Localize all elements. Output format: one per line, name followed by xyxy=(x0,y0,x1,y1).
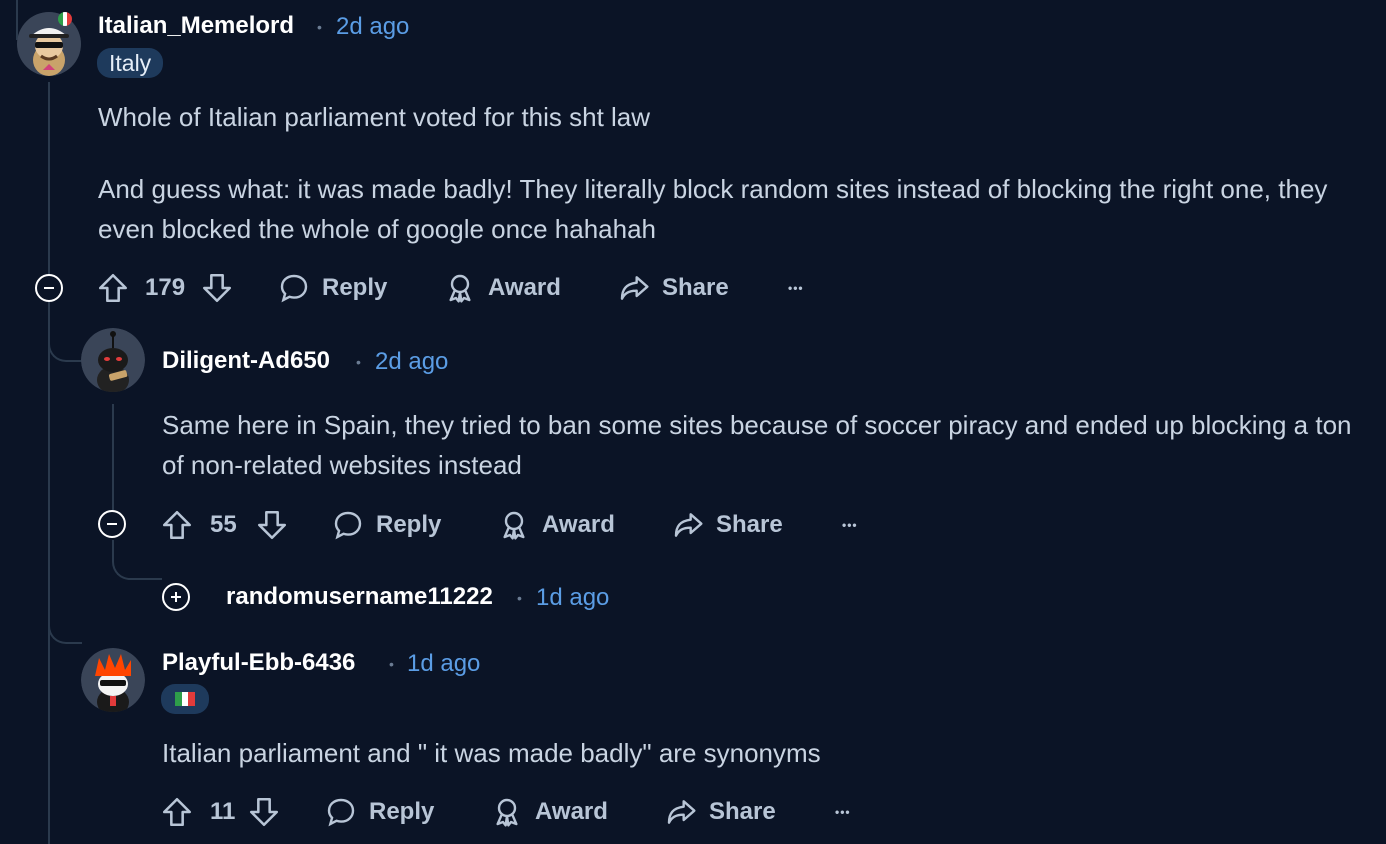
more-options-button[interactable]: ••• xyxy=(835,792,851,832)
award-icon xyxy=(449,274,471,303)
share-icon xyxy=(620,276,649,300)
comment-author[interactable]: Playful-Ebb-6436 xyxy=(162,649,355,677)
comment-time[interactable]: 1d ago xyxy=(536,584,609,612)
comment-body-paragraph: Same here in Spain, they tried to ban so… xyxy=(162,410,1352,480)
plus-icon xyxy=(171,592,181,602)
share-button[interactable]: Share xyxy=(672,505,783,545)
downvote-button[interactable] xyxy=(247,792,281,832)
minus-icon xyxy=(107,523,117,525)
speech-bubble-icon xyxy=(280,274,308,303)
share-label: Share xyxy=(662,274,729,301)
meta-separator: • xyxy=(517,590,522,606)
comment-actions: 55 Reply Award Share ••• xyxy=(160,505,920,545)
award-icon xyxy=(496,798,518,827)
award-label: Award xyxy=(535,798,608,825)
minus-icon xyxy=(44,287,54,289)
meta-separator: • xyxy=(389,656,394,672)
reply-label: Reply xyxy=(322,274,388,301)
avatar[interactable] xyxy=(81,328,145,392)
comment-time[interactable]: 2d ago xyxy=(375,348,448,376)
downvote-icon xyxy=(257,510,287,540)
vote-count: 11 xyxy=(210,798,236,825)
comment-time[interactable]: 2d ago xyxy=(336,13,409,41)
reply-label: Reply xyxy=(376,511,442,538)
avatar-image xyxy=(81,328,145,392)
meta-separator: • xyxy=(356,354,361,370)
upvote-button[interactable] xyxy=(160,505,194,545)
upvote-icon xyxy=(162,510,192,540)
reply-button[interactable]: Reply xyxy=(325,792,434,832)
more-options-button[interactable]: ••• xyxy=(788,268,804,308)
comment-author[interactable]: randomusername11222 xyxy=(226,583,493,611)
user-flair xyxy=(161,684,209,714)
speech-bubble-icon xyxy=(327,798,355,827)
share-icon xyxy=(674,513,703,537)
comment-author[interactable]: Diligent-Ad650 xyxy=(162,347,330,375)
comment-time[interactable]: 1d ago xyxy=(407,650,480,678)
avatar[interactable] xyxy=(81,648,145,712)
thread-curve-reply-2 xyxy=(48,600,82,644)
speech-bubble-icon xyxy=(334,511,362,540)
comment-body-paragraph: Whole of Italian parliament voted for th… xyxy=(98,102,651,132)
share-label: Share xyxy=(716,511,783,538)
share-button[interactable]: Share xyxy=(618,268,729,308)
share-label: Share xyxy=(709,798,776,825)
thread-curve-reply-1 xyxy=(48,318,82,362)
upvote-button[interactable] xyxy=(160,792,194,832)
expand-thread-button[interactable] xyxy=(162,583,190,611)
award-icon xyxy=(503,511,525,540)
share-button[interactable]: Share xyxy=(665,792,776,832)
italy-flag-icon xyxy=(58,12,72,26)
comment-body-paragraph: And guess what: it was made badly! They … xyxy=(98,174,1328,244)
award-label: Award xyxy=(542,511,615,538)
collapse-thread-button[interactable] xyxy=(98,510,126,538)
award-button[interactable]: Award xyxy=(491,792,608,832)
reply-label: Reply xyxy=(369,798,435,825)
award-button[interactable]: Award xyxy=(498,505,615,545)
thread-line-comment-2 xyxy=(112,404,114,512)
downvote-icon xyxy=(249,797,279,827)
award-button[interactable]: Award xyxy=(444,268,561,308)
thread-line-comment-1 xyxy=(48,82,50,844)
downvote-button[interactable] xyxy=(200,268,234,308)
more-options-button[interactable]: ••• xyxy=(842,505,858,545)
reply-button[interactable]: Reply xyxy=(278,268,387,308)
reply-button[interactable]: Reply xyxy=(332,505,441,545)
vote-count: 55 xyxy=(210,511,237,538)
downvote-button[interactable] xyxy=(255,505,289,545)
downvote-icon xyxy=(202,273,232,303)
italy-flag-icon xyxy=(175,692,195,706)
upvote-icon xyxy=(162,797,192,827)
share-icon xyxy=(667,800,696,824)
comment-actions: 11 Reply Award Share ••• xyxy=(160,792,920,832)
award-label: Award xyxy=(488,274,561,301)
vote-count: 179 xyxy=(145,274,186,301)
thread-curve-nested-reply xyxy=(112,540,162,580)
comment-author[interactable]: Italian_Memelord xyxy=(98,12,294,40)
avatar-image xyxy=(81,648,145,712)
comment-body-paragraph: Italian parliament and " it was made bad… xyxy=(162,738,821,768)
upvote-icon xyxy=(98,273,128,303)
user-flair: Italy xyxy=(97,48,164,78)
meta-separator: • xyxy=(317,19,322,35)
collapse-thread-button[interactable] xyxy=(35,274,63,302)
upvote-button[interactable] xyxy=(96,268,130,308)
comment-actions: 179 Reply Award Share ••• xyxy=(96,268,856,308)
